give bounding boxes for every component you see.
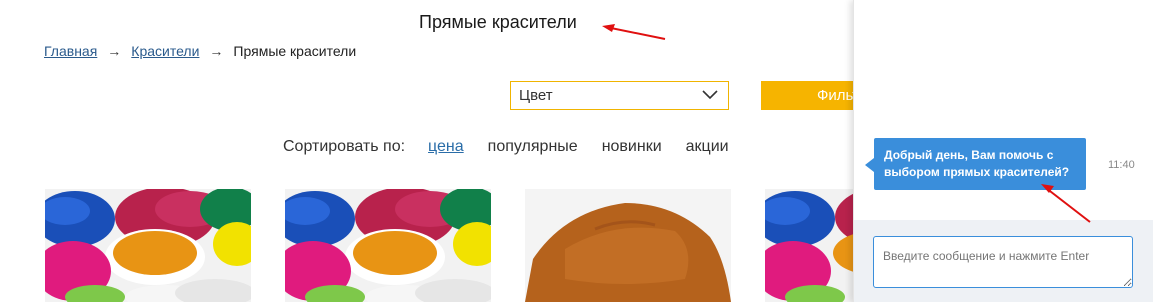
chat-panel: Добрый день, Вам помочь с выбором прямых… xyxy=(853,0,1153,302)
color-select[interactable]: Цвет xyxy=(510,81,729,110)
chat-message-input[interactable] xyxy=(873,236,1133,288)
breadcrumb-current: Прямые красители xyxy=(233,43,357,59)
filter-button[interactable]: Фильтр xyxy=(761,81,861,110)
product-card-image[interactable] xyxy=(285,189,491,302)
product-card-image[interactable] xyxy=(525,189,731,302)
breadcrumb-home[interactable]: Главная xyxy=(44,43,97,59)
sort-option-new[interactable]: новинки xyxy=(602,138,662,156)
breadcrumb-separator: → xyxy=(107,43,122,59)
chat-message-bubble: Добрый день, Вам помочь с выбором прямых… xyxy=(865,138,1086,190)
chat-bubble-tail xyxy=(865,158,874,172)
sort-label: Сортировать по: xyxy=(283,138,406,155)
product-card-image[interactable] xyxy=(45,189,251,302)
chevron-down-icon xyxy=(702,90,718,100)
page-title: Прямые красители xyxy=(419,12,577,32)
annotation-arrow-title xyxy=(602,24,666,40)
breadcrumb-separator: → xyxy=(209,43,224,59)
breadcrumb: Главная → Красители → Прямые красители xyxy=(44,43,356,59)
chat-message-time: 11:40 xyxy=(1108,159,1135,171)
color-select-value: Цвет xyxy=(519,87,553,104)
chat-footer xyxy=(854,220,1153,302)
sort-bar: Сортировать по: цена популярные новинки … xyxy=(283,138,753,156)
sort-option-price[interactable]: цена xyxy=(428,138,464,156)
sort-option-sales[interactable]: акции xyxy=(686,138,729,156)
sort-option-popular[interactable]: популярные xyxy=(488,138,578,156)
chat-message-text: Добрый день, Вам помочь с выбором прямых… xyxy=(884,148,1070,179)
breadcrumb-dyes[interactable]: Красители xyxy=(131,43,199,59)
